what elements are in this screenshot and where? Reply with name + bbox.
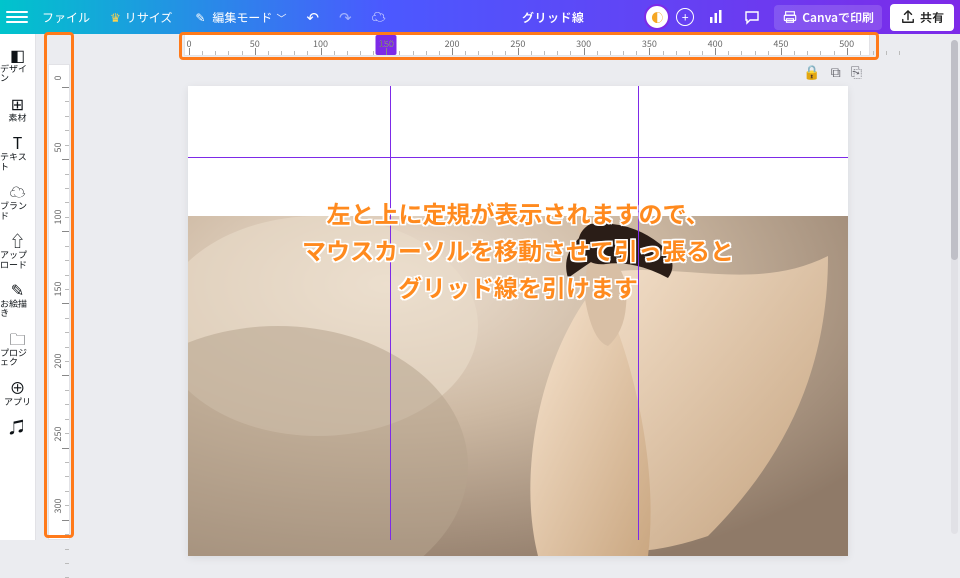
redo-icon: ↷ [339,7,352,28]
analytics-button[interactable] [702,5,730,29]
sidebar-icon: ♫ [9,418,25,434]
sidebar-item-3[interactable]: ☁ ブランド [0,177,35,226]
workspace: 150 050100150200250300350400450500 0 50 10… [36,34,960,540]
scrollbar-thumb[interactable] [951,40,958,260]
bar-chart-icon [708,9,724,25]
resize-label: リサイズ [125,9,173,26]
ruler-v-tick: 0 [51,76,64,81]
chat-bubble-icon [744,9,760,25]
menu-icon[interactable] [6,6,28,28]
sidebar-label: お絵描き [0,299,35,318]
lock-icon[interactable]: 🔒 [803,62,820,82]
sidebar-icon: T [13,134,23,150]
app-topbar: ファイル ♛ リサイズ ✎ 編集モード ﹀ ↶ ↷ ☁ グリッド線 ◐ + Ca… [0,0,960,34]
undo-icon: ↶ [306,7,319,28]
share-label: 共有 [920,9,944,26]
sidebar-icon: ⇧ [9,232,25,248]
sidebar-item-0[interactable]: ◧ デザイン [0,40,35,89]
guide-line-horizontal[interactable] [188,157,848,158]
printer-icon [782,9,798,25]
print-label: Canvaで印刷 [802,9,874,26]
undo-button[interactable]: ↶ [300,3,325,32]
cloud-sync-button[interactable]: ☁ [366,3,392,31]
print-button[interactable]: Canvaで印刷 [774,5,882,30]
avatar-icon: ◐ [651,9,663,26]
add-collaborator-button[interactable]: + [676,8,694,26]
sidebar-icon: ⊕ [9,379,25,395]
sidebar-icon: ✎ [11,281,24,297]
comment-button[interactable] [738,5,766,29]
sidebar-icon: ◧ [10,46,25,62]
sidebar-label: アップロード [0,250,35,269]
redo-button[interactable]: ↷ [333,3,358,32]
ruler-vertical[interactable]: 0 50 100 150 200 250 300 [48,64,70,540]
sidebar-icon: ☁ [9,183,25,199]
sidebar-label: デザイン [0,64,35,83]
guide-line-vertical[interactable] [638,86,639,540]
user-avatar[interactable]: ◐ [646,6,668,28]
sidebar-icon: 🗀 [9,330,25,346]
page-tools: 🔒 ⧉ ⎘ [803,62,862,82]
edit-mode-dropdown[interactable]: ✎ 編集モード ﹀ [186,5,292,30]
sidebar-item-5[interactable]: ✎ お絵描き [0,275,35,324]
document-title[interactable]: グリッド線 [522,9,585,26]
add-page-icon[interactable]: ⎘ [851,62,862,82]
chevron-down-icon: ﹀ [276,10,286,25]
ruler-v-tick: 250 [51,426,64,441]
sidebar-label: アプリ [4,397,31,406]
canvas-image[interactable] [188,216,848,556]
sidebar-item-6[interactable]: 🗀 プロジェク [0,324,35,373]
left-sidebar: ◧ デザイン ⊞ 素材 T テキスト ☁ ブランド ⇧ アップロード ✎ お絵描き 🗀 プロジェク ⊕ アプリ… [0,34,36,540]
ruler-v-tick: 200 [51,354,64,369]
sidebar-icon: ⊞ [11,95,24,111]
guide-line-vertical[interactable] [390,86,391,540]
sidebar-item-1[interactable]: ⊞ 素材 [0,89,35,128]
cloud-check-icon: ☁ [372,7,386,27]
sidebar-item-4[interactable]: ⇧ アップロード [0,226,35,275]
pencil-icon: ✎ [192,9,208,25]
file-menu[interactable]: ファイル [36,5,96,30]
sidebar-item-8[interactable]: ♫ [0,412,35,440]
ruler-v-tick: 100 [51,210,64,225]
file-label: ファイル [42,9,90,26]
sidebar-label: プロジェク [0,348,35,367]
sidebar-label: テキスト [0,152,35,171]
ruler-v-tick: 50 [51,143,64,153]
ruler-v-tick: 300 [51,498,64,513]
edit-mode-label: 編集モード [212,9,272,26]
ruler-v-tick: 150 [51,282,64,297]
sidebar-item-7[interactable]: ⊕ アプリ [0,373,35,412]
resize-button[interactable]: ♛ リサイズ [104,5,178,30]
crown-icon: ♛ [110,9,121,26]
sidebar-item-2[interactable]: T テキスト [0,128,35,177]
ruler-horizontal[interactable]: 150 050100150200250300350400450500 [184,34,870,56]
sidebar-label: 素材 [8,113,26,122]
sidebar-label: ブランド [0,201,35,220]
share-button[interactable]: 共有 [890,4,954,31]
duplicate-page-icon[interactable]: ⧉ [831,62,841,82]
plus-icon: + [682,9,689,26]
upload-icon [900,9,916,25]
